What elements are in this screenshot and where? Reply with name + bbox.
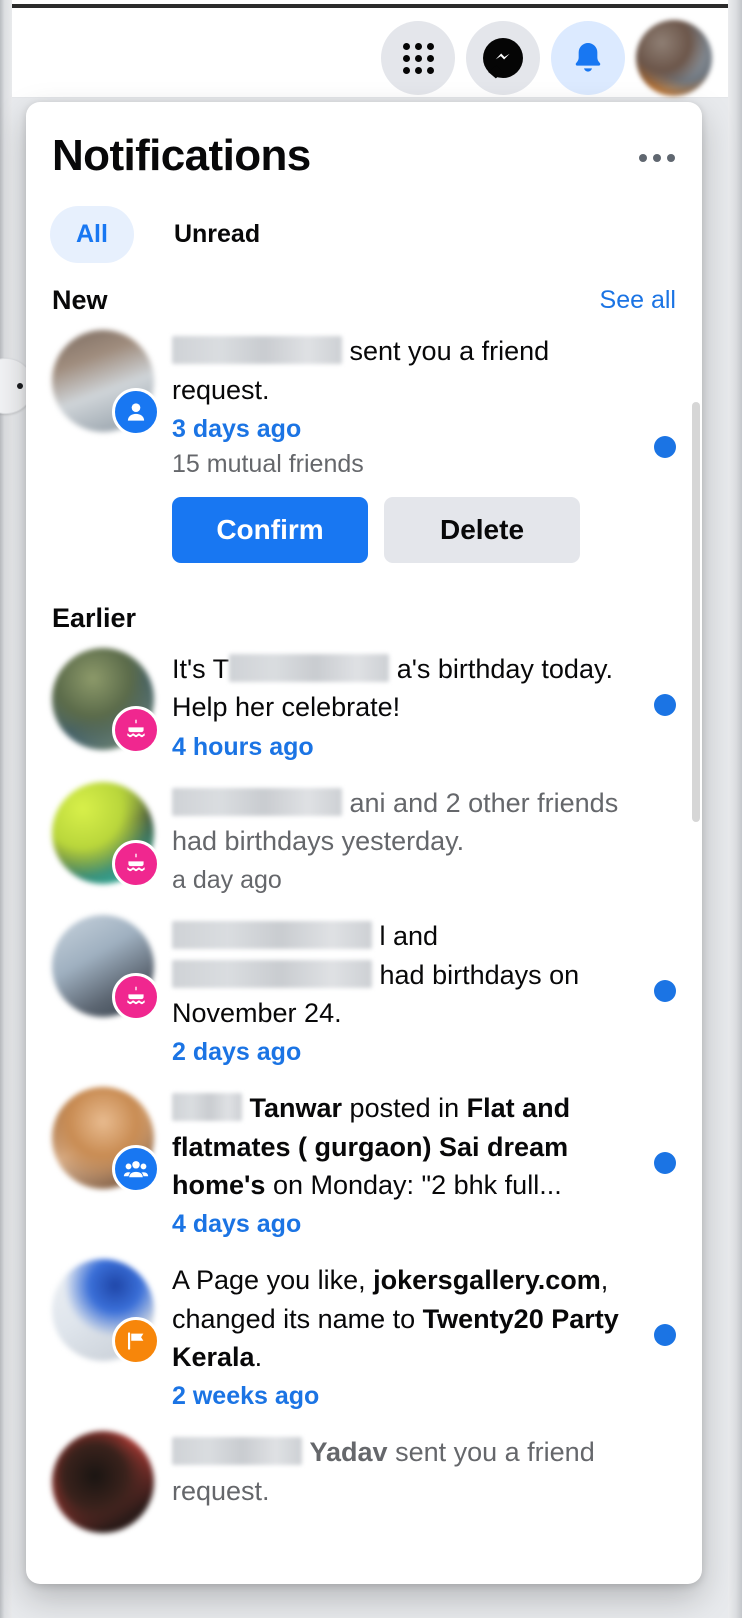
notification-text: l and had birthdays on November 24. bbox=[172, 921, 580, 1029]
redacted-name bbox=[172, 959, 372, 988]
group-badge-icon bbox=[112, 1145, 160, 1194]
friend-request-badge-icon bbox=[112, 388, 160, 437]
notification-timestamp: 4 hours ago bbox=[172, 732, 314, 761]
section-header: Earlier bbox=[26, 581, 702, 638]
notification-list: It's T a's birthday today. Help her cele… bbox=[26, 638, 702, 1551]
notification-item[interactable]: ani and 2 other friends had birthdays ye… bbox=[26, 772, 702, 906]
window-left-gutter bbox=[0, 0, 12, 1618]
notification-body: Tanwar posted in Flat and flatmates ( gu… bbox=[172, 1087, 676, 1239]
ellipsis-icon-dot bbox=[653, 154, 661, 162]
notification-text: Yadav sent you a friend request. bbox=[172, 1437, 595, 1506]
notification-avatar-wrapper bbox=[52, 1087, 160, 1194]
see-all-link[interactable]: See all bbox=[600, 286, 676, 315]
confirm-button[interactable]: Confirm bbox=[172, 497, 368, 564]
notification-item[interactable]: l and had birthdays on November 24. 2 day… bbox=[26, 905, 702, 1077]
notifications-panel: Notifications All Unread New See all sent… bbox=[26, 102, 702, 1584]
redacted-name bbox=[172, 1437, 302, 1466]
notifications-panel-header: Notifications bbox=[26, 102, 702, 180]
section-header: New See all bbox=[26, 263, 702, 320]
notification-body: Yadav sent you a friend request. bbox=[172, 1431, 676, 1533]
redacted-name bbox=[229, 654, 390, 683]
notifications-sections: New See all sent you a friend request. 3 d… bbox=[26, 263, 702, 1551]
unread-indicator-dot bbox=[654, 435, 676, 458]
profile-avatar[interactable] bbox=[636, 20, 712, 96]
notification-text: ani and 2 other friends had birthdays ye… bbox=[172, 787, 619, 857]
redacted-name bbox=[172, 921, 372, 950]
notification-entity-name: Yadav bbox=[309, 1437, 388, 1468]
page-flag-badge-icon bbox=[112, 1317, 160, 1366]
notification-entity-name: Twenty20 Party Kerala bbox=[172, 1303, 619, 1372]
notification-body: It's T a's birthday today. Help her cele… bbox=[172, 648, 676, 762]
mutual-friends-label: 15 mutual friends bbox=[172, 450, 364, 479]
section-title: Earlier bbox=[52, 603, 137, 634]
delete-button[interactable]: Delete bbox=[384, 497, 580, 564]
notification-list: sent you a friend request. 3 days ago 15 m… bbox=[26, 320, 702, 581]
notification-entity-name: jokersgallery.com bbox=[373, 1265, 601, 1296]
notification-body: ani and 2 other friends had birthdays ye… bbox=[172, 782, 676, 896]
screen: Notifications All Unread New See all sent… bbox=[0, 0, 742, 1618]
notification-body: sent you a friend request. 3 days ago 15 m… bbox=[172, 330, 676, 564]
notification-text: Tanwar posted in Flat and flatmates ( gu… bbox=[172, 1093, 571, 1200]
window-edge bbox=[12, 4, 728, 8]
notification-item[interactable]: Tanwar posted in Flat and flatmates ( gu… bbox=[26, 1077, 702, 1249]
topbar-action-cluster bbox=[381, 20, 712, 96]
page-title: Notifications bbox=[52, 131, 311, 180]
notification-avatar-wrapper bbox=[52, 915, 160, 1022]
notifications-bell-icon bbox=[575, 43, 601, 72]
notification-timestamp: 4 days ago bbox=[172, 1210, 302, 1239]
ellipsis-icon-dot bbox=[639, 154, 647, 162]
notification-actions: Confirm Delete bbox=[172, 497, 624, 564]
notification-body: A Page you like, jokersgallery.com, chan… bbox=[172, 1259, 676, 1411]
tab-unread[interactable]: Unread bbox=[148, 206, 286, 263]
notification-avatar-wrapper bbox=[52, 781, 160, 888]
window-right-gutter bbox=[728, 0, 742, 1618]
tab-all[interactable]: All bbox=[50, 206, 134, 264]
top-navigation-bar bbox=[12, 4, 728, 98]
notification-timestamp: 3 days ago bbox=[172, 415, 302, 444]
notification-avatar-wrapper bbox=[52, 648, 160, 755]
panel-scrollbar-thumb[interactable] bbox=[692, 402, 700, 822]
notification-item[interactable]: A Page you like, jokersgallery.com, chan… bbox=[26, 1249, 702, 1421]
unread-indicator-dot bbox=[654, 693, 676, 716]
birthday-cake-badge-icon bbox=[112, 706, 160, 755]
messenger-icon bbox=[483, 38, 523, 78]
birthday-cake-badge-icon bbox=[112, 839, 160, 888]
notification-text: sent you a friend request. bbox=[172, 336, 550, 405]
notification-timestamp: 2 weeks ago bbox=[172, 1382, 320, 1411]
messenger-button[interactable] bbox=[466, 21, 540, 95]
notification-filter-tabs: All Unread bbox=[26, 180, 702, 264]
notification-item[interactable]: It's T a's birthday today. Help her cele… bbox=[26, 638, 702, 772]
notification-timestamp: 2 days ago bbox=[172, 1038, 302, 1067]
notification-item[interactable]: Yadav sent you a friend request. bbox=[26, 1421, 702, 1543]
avatar bbox=[52, 1431, 154, 1534]
ellipsis-icon-dot bbox=[667, 154, 675, 162]
menu-grid-button[interactable] bbox=[381, 21, 455, 95]
notification-avatar-wrapper bbox=[52, 1259, 160, 1366]
notification-timestamp: a day ago bbox=[172, 866, 282, 895]
birthday-cake-badge-icon bbox=[112, 973, 160, 1022]
more-options-button[interactable] bbox=[634, 138, 680, 178]
redacted-name bbox=[172, 787, 342, 816]
notification-avatar-wrapper bbox=[52, 1431, 154, 1534]
notification-text: It's T a's birthday today. Help her cele… bbox=[172, 654, 613, 723]
notification-text: A Page you like, jokersgallery.com, chan… bbox=[172, 1265, 619, 1372]
notification-body: l and had birthdays on November 24. 2 day… bbox=[172, 915, 676, 1067]
notification-avatar-wrapper bbox=[52, 330, 160, 437]
redacted-name bbox=[172, 336, 342, 365]
notification-entity-name: Tanwar bbox=[249, 1093, 343, 1124]
section-title: New bbox=[52, 285, 108, 316]
notifications-button[interactable] bbox=[551, 21, 625, 95]
notification-item[interactable]: sent you a friend request. 3 days ago 15 m… bbox=[26, 320, 702, 573]
menu-grid-icon bbox=[402, 42, 434, 74]
redacted-name bbox=[172, 1093, 242, 1122]
